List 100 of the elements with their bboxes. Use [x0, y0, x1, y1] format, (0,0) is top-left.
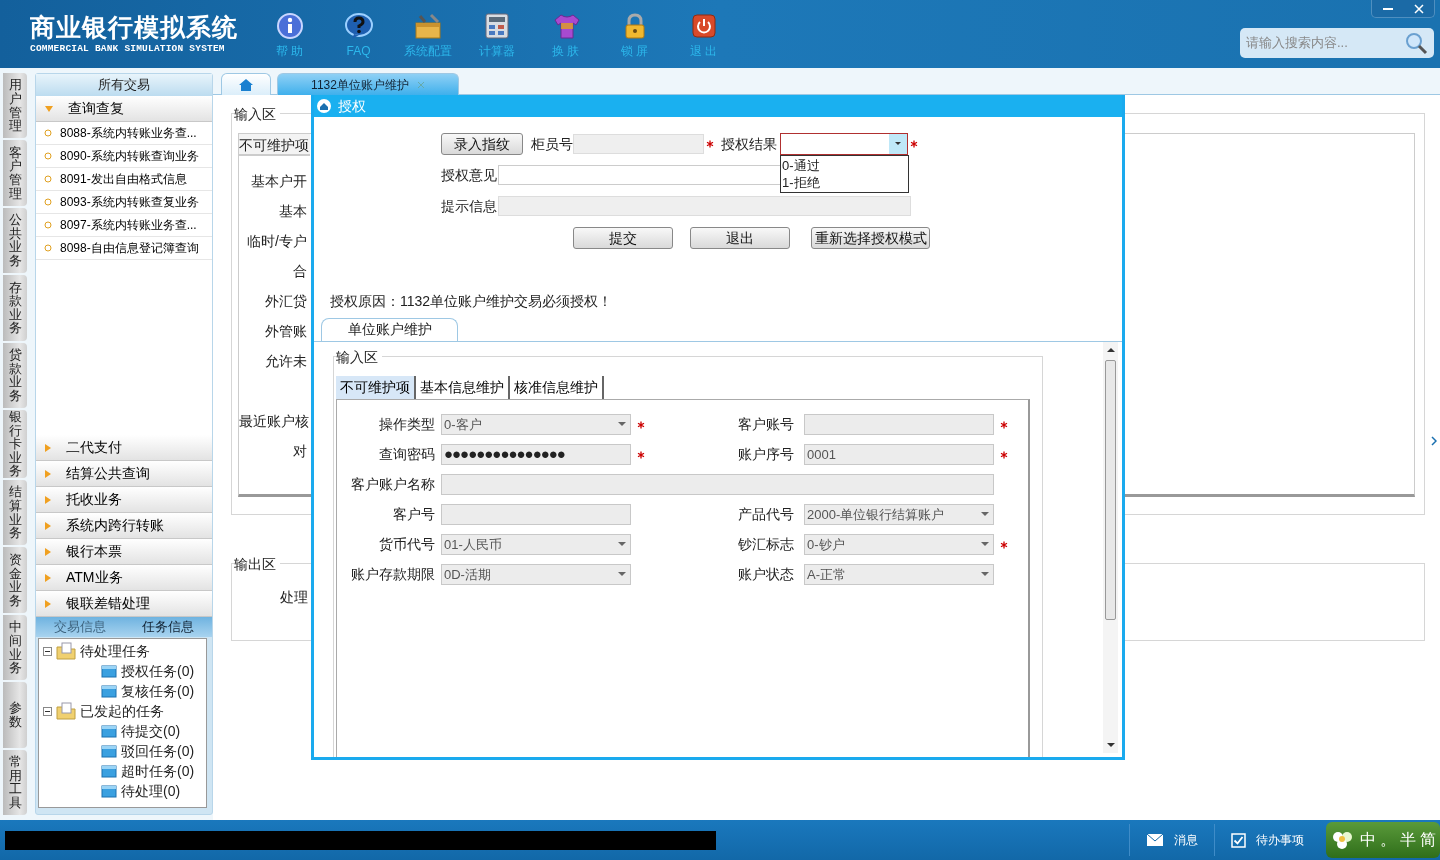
document-tab[interactable]: 1132单位账户维护	[277, 73, 459, 95]
dropdown-option[interactable]: 1-拒绝	[781, 174, 908, 191]
select-field[interactable]: 01-人民币	[441, 534, 631, 555]
tree-item[interactable]: 驳回任务(0)	[121, 740, 195, 762]
info-icon	[275, 12, 304, 40]
side-tab[interactable]: 公共业务	[3, 207, 27, 274]
bullet-icon	[44, 175, 52, 183]
caret-right-icon	[44, 546, 52, 557]
hint-field[interactable]	[498, 196, 911, 216]
side-tab[interactable]: 用户管理	[3, 73, 27, 139]
side-tab[interactable]: 存款业务	[3, 275, 27, 341]
tree-item[interactable]: 授权任务(0)	[121, 660, 195, 682]
input-field[interactable]: 0001	[804, 444, 994, 465]
dropdown-arrow-icon[interactable]	[981, 572, 989, 577]
side-tab[interactable]: 资金业务	[3, 547, 27, 613]
dropdown-option[interactable]: 0-通过	[781, 157, 908, 174]
form-tab[interactable]: 不可维护项	[336, 376, 416, 399]
field-label: 账户序号	[737, 445, 795, 464]
search-input[interactable]: 请输入搜索内容...	[1244, 32, 1404, 54]
side-tab[interactable]: 贷款业务	[3, 342, 27, 408]
collapse-icon[interactable]	[43, 706, 52, 716]
scroll-up-icon[interactable]	[1106, 346, 1115, 354]
panel-tab[interactable]: 交易信息	[36, 617, 124, 637]
menu-item[interactable]: 8098-自由信息登记簿查询	[36, 237, 212, 260]
select-field[interactable]: A-正常	[804, 564, 994, 585]
input-field[interactable]	[441, 474, 994, 495]
fingerprint-button[interactable]: 录入指纹	[441, 133, 523, 155]
folder-icon	[101, 744, 117, 758]
field-label: 操作类型	[378, 415, 436, 434]
input-field[interactable]	[441, 504, 631, 525]
menu-group[interactable]: 银行本票	[36, 539, 212, 565]
menu-item[interactable]: 8091-发出自由格式信息	[36, 168, 212, 191]
select-field[interactable]: 0D-活期	[441, 564, 631, 585]
select-field[interactable]: 0-钞户	[804, 534, 994, 555]
menu-group[interactable]: 查询查复	[36, 96, 212, 122]
form-tab[interactable]: 不可维护项	[239, 134, 310, 156]
dialog-button[interactable]: 重新选择授权模式	[811, 227, 930, 249]
chevron-right-icon[interactable]	[1431, 436, 1437, 446]
caret-right-icon	[44, 494, 52, 505]
menu-group[interactable]: 银联差错处理	[36, 591, 212, 617]
tree-item[interactable]: 待提交(0)	[121, 720, 181, 742]
collapse-icon[interactable]	[43, 646, 52, 656]
menu-group[interactable]: 系统内跨行转账	[36, 513, 212, 539]
envelope-icon	[1146, 833, 1164, 847]
field-label: 合	[292, 262, 307, 281]
home-icon	[238, 77, 254, 92]
menu-group[interactable]: 托收业务	[36, 487, 212, 513]
menu-item[interactable]: 8097-系统内转账业务查...	[36, 214, 212, 237]
dropdown-arrow-icon[interactable]	[981, 542, 989, 547]
side-tab[interactable]: 中间业务	[3, 614, 27, 681]
required-icon	[704, 140, 716, 148]
input-method-bar[interactable]: 中 。 半 简	[1326, 822, 1440, 858]
search-icon	[1404, 31, 1428, 55]
form-tab[interactable]: 单位账户维护	[321, 318, 458, 341]
input-field[interactable]	[804, 414, 994, 435]
dialog-button[interactable]: 提交	[573, 227, 673, 249]
dialog-button[interactable]: 退出	[690, 227, 790, 249]
select-field[interactable]: 2000-单位银行结算账户	[804, 504, 994, 525]
app-subtitle: COMMERCIAL BANK SIMULATION SYSTEM	[30, 41, 226, 56]
authorization-reason: 授权原因：1132单位账户维护交易必须授权！	[330, 292, 614, 311]
field-label: 客户账户名称	[350, 475, 436, 494]
side-tab[interactable]: 常用工具	[3, 749, 27, 815]
tree-item[interactable]: 待处理任务	[80, 640, 150, 662]
side-tab[interactable]: 客户管理	[3, 140, 27, 206]
tree-item[interactable]: 待处理(0)	[121, 780, 181, 802]
document-tab[interactable]	[221, 73, 271, 95]
tree-item[interactable]: 复核任务(0)	[121, 680, 195, 702]
search-field[interactable]: 请输入搜索内容...	[1240, 28, 1434, 58]
menu-group[interactable]: ATM业务	[36, 565, 212, 591]
panel-tab[interactable]: 任务信息	[124, 617, 212, 637]
tree-item[interactable]: 超时任务(0)	[121, 760, 195, 782]
menu-group[interactable]: 二代支付	[36, 435, 212, 461]
menu-item[interactable]: 8093-系统内转账查复业务	[36, 191, 212, 214]
side-tab[interactable]: 参数	[3, 682, 27, 748]
dropdown-arrow-icon[interactable]	[618, 422, 626, 427]
teller-field[interactable]	[573, 134, 704, 154]
dropdown-arrow-icon[interactable]	[618, 542, 626, 547]
bullet-icon	[44, 152, 52, 160]
scroll-down-icon[interactable]	[1106, 741, 1115, 749]
dropdown-arrow-icon[interactable]	[981, 512, 989, 517]
input-field[interactable]: ●●●●●●●●●●●●●●●	[441, 444, 631, 465]
bullet-icon	[44, 198, 52, 206]
dropdown-arrow-icon[interactable]	[618, 572, 626, 577]
dialog-icon	[316, 98, 332, 114]
menu-group[interactable]: 结算公共查询	[36, 461, 212, 487]
side-tab[interactable]: 结算业务	[3, 480, 27, 546]
menu-item[interactable]: 8088-系统内转账业务查...	[36, 122, 212, 145]
scrollbar[interactable]	[1103, 342, 1118, 753]
status-button[interactable]: 待办事项	[1214, 824, 1320, 856]
calculator-icon	[483, 12, 510, 40]
section-legend: 输入区	[336, 347, 382, 368]
field-label: 账户存款期限	[350, 565, 436, 584]
ime-label: 简	[1420, 830, 1436, 850]
side-tab[interactable]: 银行卡业务	[3, 409, 27, 479]
menu-item[interactable]: 8090-系统内转账查询业务	[36, 145, 212, 168]
status-button[interactable]: 消息	[1129, 824, 1214, 856]
tree-item[interactable]: 已发起的任务	[80, 700, 164, 722]
ime-label: 中	[1360, 830, 1376, 850]
field-label: 客户账号	[737, 415, 795, 434]
select-field[interactable]: 0-客户	[441, 414, 631, 435]
